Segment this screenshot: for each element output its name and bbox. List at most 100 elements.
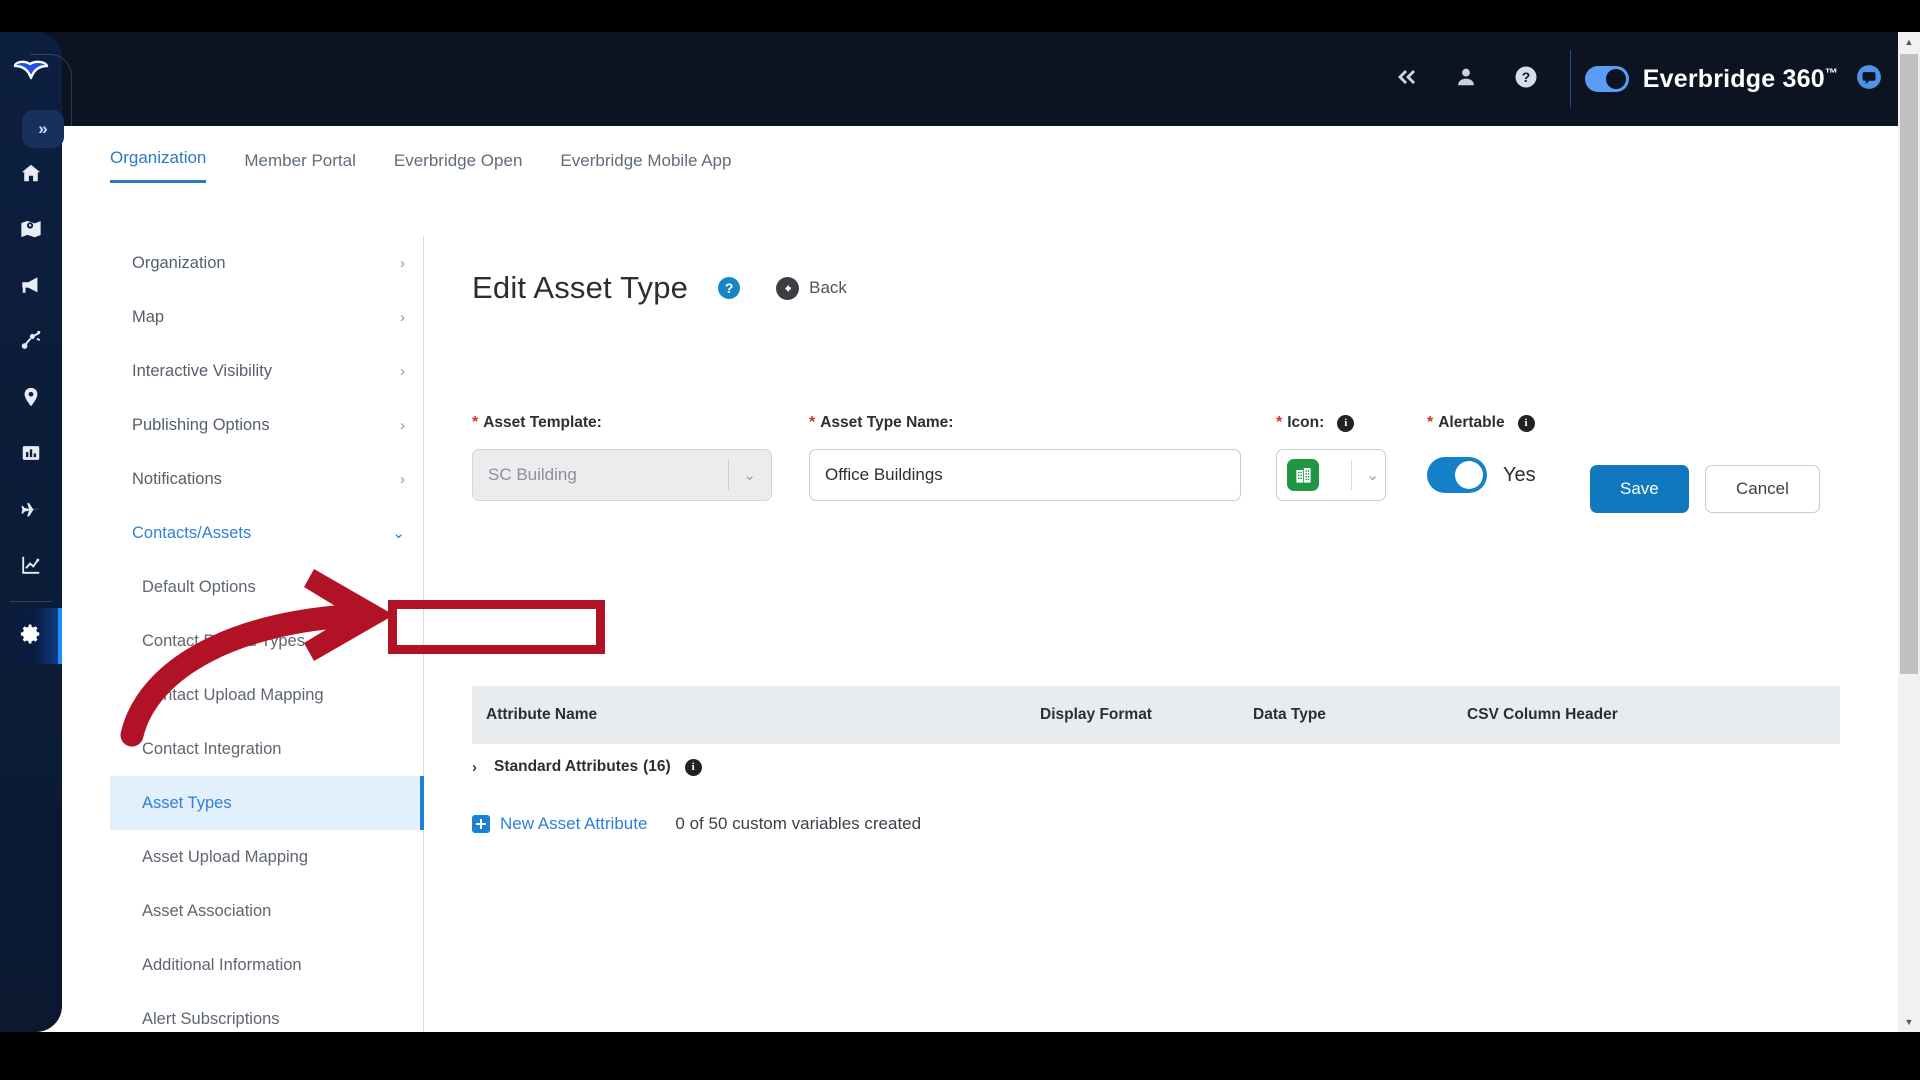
- alertable-label-text: Alertable: [1438, 414, 1505, 431]
- scroll-up-glyph: ▲: [1904, 37, 1914, 47]
- sidebar-group-publishing-options[interactable]: Publishing Options ›: [110, 398, 423, 452]
- sidebar-group-contacts-assets[interactable]: Contacts/Assets ⌄: [110, 506, 423, 560]
- sidebar-item-alert-subscriptions[interactable]: Alert Subscriptions: [110, 992, 423, 1032]
- rail-item-location[interactable]: [0, 371, 62, 427]
- alertable-toggle-wrap: Yes: [1427, 449, 1536, 501]
- scroll-down-arrow[interactable]: ▼: [1898, 1012, 1920, 1032]
- asset-type-name-input[interactable]: Office Buildings: [809, 449, 1241, 501]
- home-icon: [20, 162, 42, 189]
- rail-item-notifications[interactable]: [0, 259, 62, 315]
- sidebar-group-organization[interactable]: Organization ›: [110, 236, 423, 290]
- scroll-down-glyph: ▼: [1904, 1017, 1914, 1027]
- sidebar-group-notifications[interactable]: Notifications ›: [110, 452, 423, 506]
- rail-item-analytics[interactable]: [0, 539, 62, 595]
- tab-organization[interactable]: Organization: [110, 148, 207, 183]
- collapse-panel-button[interactable]: [1376, 32, 1436, 126]
- icon-label-text: Icon:: [1287, 414, 1325, 431]
- tab-everbridge-open[interactable]: Everbridge Open: [394, 151, 523, 183]
- tab-member-portal[interactable]: Member Portal: [244, 151, 355, 183]
- chat-button[interactable]: [1852, 62, 1886, 96]
- sidebar-item-contact-upload-mapping[interactable]: Contact Upload Mapping: [110, 668, 423, 722]
- help-button[interactable]: ?: [1496, 32, 1556, 126]
- asset-template-select[interactable]: SC Building ⌄: [472, 449, 772, 501]
- sidebar-group-contacts-assets-label: Contacts/Assets: [132, 523, 252, 542]
- chevron-down-icon[interactable]: ⌄: [1351, 460, 1379, 490]
- info-icon-glyph: i: [1524, 417, 1528, 429]
- standard-attributes-row[interactable]: › Standard Attributes (16) i: [472, 758, 702, 776]
- icon-select[interactable]: ⌄: [1276, 449, 1386, 501]
- sidebar-item-default-options[interactable]: Default Options: [110, 560, 423, 614]
- top-bar-actions: ? Everbridge 360™: [1376, 32, 1890, 126]
- page-help-icon[interactable]: ?: [718, 277, 741, 299]
- sidebar-item-asset-types-label: Asset Types: [142, 793, 232, 812]
- vertical-scrollbar[interactable]: ▲ ▼: [1898, 32, 1920, 1032]
- rail-item-travel[interactable]: [0, 483, 62, 539]
- new-asset-attribute-button[interactable]: New Asset Attribute: [500, 814, 647, 834]
- sidebar-item-asset-association-label: Asset Association: [142, 901, 272, 920]
- megaphone-icon: [20, 274, 42, 301]
- rail-item-map[interactable]: [0, 203, 62, 259]
- content-area: Organization Member Portal Everbridge Op…: [62, 126, 1920, 1032]
- user-account-button[interactable]: [1436, 32, 1496, 126]
- page-header: Edit Asset Type ? Back: [472, 270, 847, 306]
- column-csv-column-header: CSV Column Header: [1467, 706, 1618, 723]
- settings-submenu: Organization › Map › Interactive Visibil…: [110, 236, 424, 1032]
- save-button[interactable]: Save: [1590, 465, 1689, 513]
- chevron-right-icon[interactable]: ›: [472, 759, 477, 776]
- rail-expand-label: »: [38, 119, 48, 138]
- everbridge-360-toggle[interactable]: [1584, 66, 1629, 92]
- sidebar-group-interactive-visibility[interactable]: Interactive Visibility ›: [110, 344, 423, 398]
- standard-attributes-label: Standard Attributes: [494, 758, 639, 775]
- chevron-down-icon: ⌄: [392, 525, 405, 542]
- everbridge-logo-icon[interactable]: [10, 50, 52, 90]
- alertable-label: * Alertable i: [1427, 414, 1536, 432]
- sidebar-item-asset-types[interactable]: Asset Types: [110, 776, 424, 830]
- sidebar-item-asset-upload-mapping[interactable]: Asset Upload Mapping: [110, 830, 423, 884]
- gear-icon: [20, 623, 42, 650]
- chevron-down-icon: ⌄: [728, 460, 756, 490]
- sidebar-group-publishing-options-label: Publishing Options: [132, 415, 270, 434]
- required-asterisk: *: [1427, 414, 1434, 431]
- scroll-up-arrow[interactable]: ▲: [1898, 32, 1920, 52]
- rail-item-reports[interactable]: [0, 427, 62, 483]
- rail-item-workflow[interactable]: [0, 315, 62, 371]
- tab-everbridge-mobile-app[interactable]: Everbridge Mobile App: [560, 151, 731, 183]
- rail-divider: [10, 601, 52, 602]
- cancel-label: Cancel: [1736, 479, 1789, 498]
- icon-field: * Icon: i ⌄: [1276, 414, 1386, 501]
- sidebar-item-contact-integration[interactable]: Contact Integration: [110, 722, 423, 776]
- main-panel: Edit Asset Type ? Back * Asset Template:: [424, 236, 1920, 1032]
- sidebar-item-contact-upload-mapping-label: Contact Upload Mapping: [142, 685, 324, 704]
- scrollbar-thumb[interactable]: [1900, 54, 1918, 674]
- back-button[interactable]: Back: [776, 276, 847, 300]
- rail-expand-button[interactable]: »: [22, 110, 64, 148]
- sidebar-group-notifications-label: Notifications: [132, 469, 222, 488]
- sidebar-item-contact-record-types[interactable]: Contact Record Types: [110, 614, 423, 668]
- application-window: ? Everbridge 360™ » Organization Member …: [0, 32, 1920, 1032]
- asset-type-name-value: Office Buildings: [825, 465, 943, 484]
- save-label: Save: [1620, 479, 1659, 498]
- sidebar-group-organization-label: Organization: [132, 253, 226, 272]
- asset-type-name-label-text: Asset Type Name:: [820, 414, 954, 431]
- info-icon[interactable]: i: [1337, 414, 1355, 432]
- cancel-button[interactable]: Cancel: [1705, 465, 1820, 513]
- sidebar-item-asset-association[interactable]: Asset Association: [110, 884, 423, 938]
- tab-everbridge-open-label: Everbridge Open: [393, 151, 523, 170]
- column-attribute-name: Attribute Name: [486, 706, 598, 723]
- rail-item-home[interactable]: [0, 147, 62, 203]
- standard-attributes-count: (16): [643, 758, 671, 775]
- asset-type-name-field: * Asset Type Name: Office Buildings: [809, 414, 1241, 501]
- building-icon: [1287, 459, 1319, 491]
- rail-item-settings[interactable]: [0, 608, 62, 664]
- column-display-format: Display Format: [1040, 706, 1152, 723]
- sidebar-group-map[interactable]: Map ›: [110, 290, 423, 344]
- info-icon[interactable]: i: [1517, 414, 1535, 432]
- plus-square-icon[interactable]: [472, 815, 490, 833]
- new-asset-attribute-row: New Asset Attribute 0 of 50 custom varia…: [472, 814, 921, 834]
- alertable-toggle[interactable]: [1427, 457, 1487, 493]
- chevron-right-icon: ›: [400, 254, 405, 272]
- chevron-right-icon: ›: [400, 362, 405, 380]
- sidebar-item-additional-information[interactable]: Additional Information: [110, 938, 423, 992]
- info-icon[interactable]: i: [684, 758, 702, 776]
- alertable-value: Yes: [1503, 463, 1536, 486]
